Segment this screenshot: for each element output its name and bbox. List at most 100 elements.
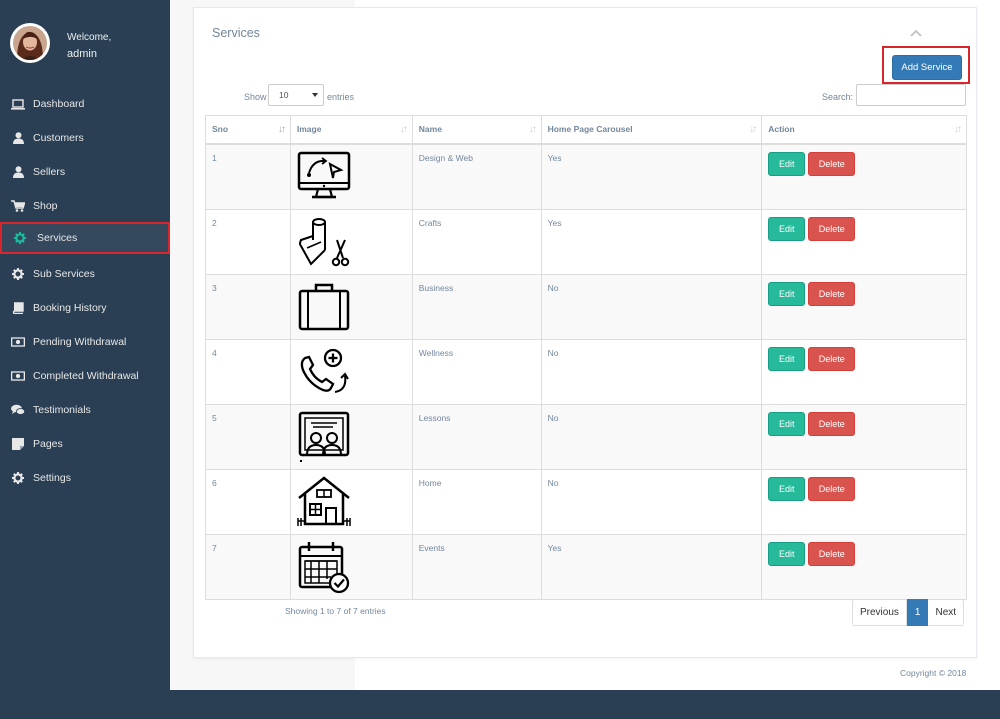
caret-down-icon [312,93,318,97]
avatar[interactable] [10,23,50,63]
add-service-button[interactable]: Add Service [892,55,962,80]
sidebar-item-sub-services[interactable]: Sub Services [0,258,170,290]
sort-icon: ↓↑ [399,124,408,135]
table-row: 3 Business No Edit Delete [205,273,967,340]
cell-sno: 4 [205,338,291,405]
page-title: Services [212,26,260,40]
search-input[interactable] [856,84,966,106]
table-row: 2 Crafts Yes Edit Delete [205,208,967,275]
money-icon [11,370,25,382]
main-content: Services Add Service Show 10 entries Sea… [170,0,1000,690]
delete-button[interactable]: Delete [808,151,856,176]
cell-carousel: Yes [540,533,763,600]
sort-icon: ↓↑ [528,124,537,135]
column-header-image[interactable]: Image ↓↑ [289,115,413,145]
cell-name: Lessons [411,403,542,470]
laptop-icon [11,98,25,110]
sidebar-item-testimonials[interactable]: Testimonials [0,394,170,426]
delete-button[interactable]: Delete [808,281,856,306]
table-row: 4 Wellness No Edit Delete [205,338,967,405]
show-label: Show [244,92,267,102]
cell-carousel: Yes [540,208,763,275]
table-row: 7 Events Yes Edit Delete [205,533,967,600]
copyright: Copyright © 2018 [900,668,967,678]
page-button-1[interactable]: 1 [906,599,929,626]
sidebar-item-label: Booking History [33,302,107,314]
sidebar-item-sellers[interactable]: Sellers [0,156,170,188]
cell-carousel: No [540,273,763,340]
money-icon [11,336,25,348]
house-icon [297,475,351,526]
services-panel: Services Add Service Show 10 entries Sea… [193,7,977,658]
sidebar-item-pages[interactable]: Pages [0,428,170,460]
edit-button[interactable]: Edit [768,151,806,176]
add-service-highlight: Add Service [882,46,970,84]
gear-icon [11,268,25,280]
delete-button[interactable]: Delete [808,541,856,566]
cell-name: Business [411,273,542,340]
sidebar-item-settings[interactable]: Settings [0,462,170,494]
next-page-button[interactable]: Next [928,599,965,626]
cell-sno: 5 [205,403,291,470]
previous-page-button[interactable]: Previous [852,599,907,626]
edit-button[interactable]: Edit [768,346,806,371]
cell-carousel: No [540,338,763,405]
sidebar-item-pending-withdrawal[interactable]: Pending Withdrawal [0,326,170,358]
delete-button[interactable]: Delete [808,476,856,501]
edit-button[interactable]: Edit [768,476,806,501]
sidebar-item-completed-withdrawal[interactable]: Completed Withdrawal [0,360,170,392]
table-header-row: Sno ↓↑ Image ↓↑ Name ↓↑ Home Page Carousel ↓… [205,115,967,145]
sidebar-item-label: Sellers [33,166,66,178]
sidebar-item-label: Pending Withdrawal [33,336,127,348]
cell-carousel: Yes [540,143,763,210]
column-header-carousel[interactable]: Home Page Carousel ↓↑ [540,115,763,145]
avatar-image [13,26,47,60]
chevron-up-icon[interactable] [909,28,923,38]
welcome-text: Welcome, [67,32,112,43]
sidebar-item-label: Completed Withdrawal [33,370,139,382]
cell-sno: 7 [205,533,291,600]
entries-label: entries [327,92,355,102]
search-label: Search: [822,92,854,102]
sidebar-item-services[interactable]: Services [0,222,170,254]
briefcase-icon [298,283,350,330]
cell-name: Wellness [411,338,542,405]
delete-button[interactable]: Delete [808,411,856,436]
edit-button[interactable]: Edit [768,411,806,436]
sidebar-item-label: Sub Services [33,268,95,280]
edit-button[interactable]: Edit [768,216,806,241]
phone-plus-icon [300,348,349,393]
sort-icon: ↓↑ [954,124,962,135]
edit-button[interactable]: Edit [768,541,806,566]
sidebar-item-shop[interactable]: Shop [0,190,170,222]
cell-carousel: No [540,468,763,535]
cell-name: Design & Web [411,143,542,210]
sidebar-item-booking-history[interactable]: Booking History [0,292,170,324]
sidebar-item-label: Customers [33,132,84,144]
delete-button[interactable]: Delete [808,216,856,241]
sidebar-item-label: Pages [33,438,63,450]
entries-value: 10 [279,90,289,100]
cell-sno: 6 [205,468,291,535]
gear-icon [13,232,27,244]
entries-select[interactable]: 10 [268,84,324,106]
sidebar: Welcome, admin Dashboard Customers Selle… [0,0,170,719]
sidebar-item-label: Services [37,232,78,244]
cart-icon [11,200,25,212]
sticky-note-icon [11,438,25,450]
table-row: 6 Home No Edit Delete [205,468,967,535]
table-row: 1 Design & Web Yes Edit Delete [205,143,967,210]
column-header-action[interactable]: Action ↓↑ [761,115,967,145]
edit-button[interactable]: Edit [768,281,806,306]
fabric-scissors-icon [298,217,350,266]
sidebar-item-dashboard[interactable]: Dashboard [0,88,170,120]
cell-name: Crafts [411,208,542,275]
cell-name: Home [411,468,542,535]
cell-name: Events [411,533,542,600]
table-info: Showing 1 to 7 of 7 entries [285,606,386,616]
column-header-name[interactable]: Name ↓↑ [411,115,542,145]
sidebar-item-customers[interactable]: Customers [0,122,170,154]
delete-button[interactable]: Delete [808,346,856,371]
sidebar-item-label: Shop [33,200,58,212]
column-header-sno[interactable]: Sno ↓↑ [205,115,291,145]
